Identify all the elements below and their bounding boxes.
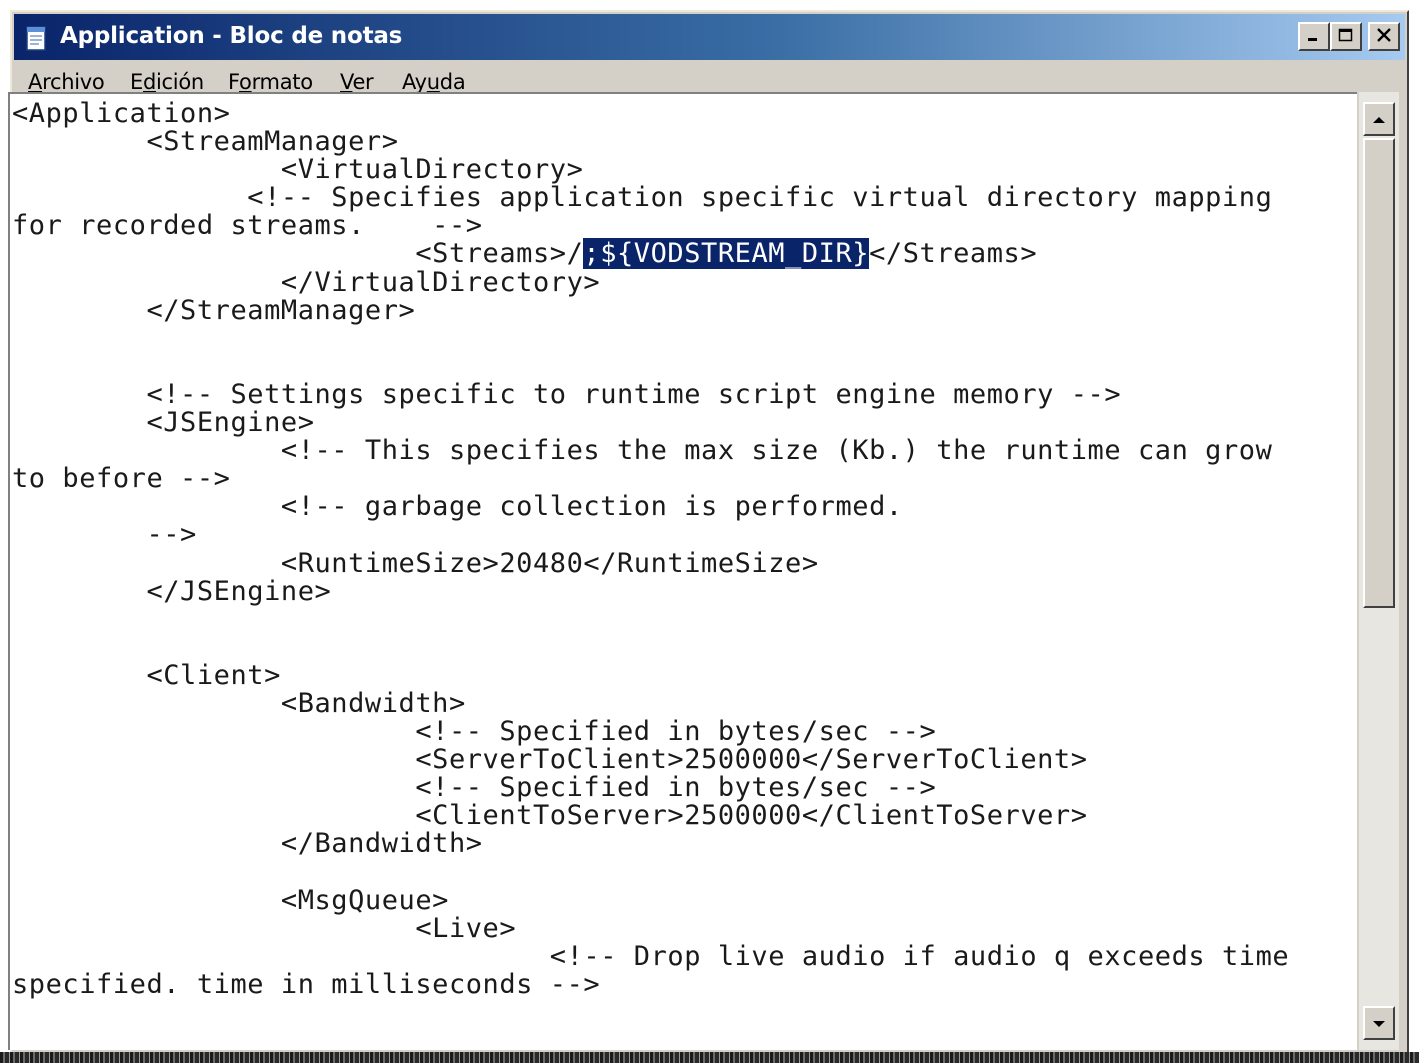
editor-line: <!-- Specified in bytes/sec --> <box>12 716 937 748</box>
menu-formato[interactable]: Formato <box>228 70 313 94</box>
editor-line: <!-- Specifies application specific virt… <box>12 182 1273 214</box>
editor-line: <JSEngine> <box>12 407 315 439</box>
editor-line: --> <box>12 519 197 551</box>
window-title: Application - Bloc de notas <box>60 23 403 49</box>
editor-content: <Application> <StreamManager> <VirtualDi… <box>12 98 1290 1000</box>
close-button[interactable] <box>1368 22 1400 51</box>
selected-text[interactable]: ;${VODSTREAM_DIR} <box>583 238 870 270</box>
editor-line: <ClientToServer>2500000</ClientToServer> <box>12 800 1088 832</box>
menu-archivo[interactable]: Archivo <box>28 70 105 94</box>
editor-line: </JSEngine> <box>12 575 332 607</box>
title-bar[interactable]: Application - Bloc de notas <box>14 14 1405 60</box>
menu-edicion[interactable]: Edición <box>130 70 204 94</box>
scrollbar-thumb[interactable] <box>1363 138 1395 608</box>
close-icon <box>1376 27 1392 46</box>
editor-line: <RuntimeSize>20480</RuntimeSize> <box>12 547 819 579</box>
vertical-scrollbar[interactable] <box>1359 92 1399 1050</box>
editor-line: </StreamManager> <box>12 294 416 326</box>
menu-ver[interactable]: Ver <box>340 70 374 94</box>
editor-line: </VirtualDirectory> <box>12 266 601 298</box>
text-editor[interactable]: <Application> <StreamManager> <VirtualDi… <box>8 92 1357 1050</box>
scroll-up-arrow-icon <box>1372 110 1386 129</box>
editor-line: <StreamManager> <box>12 126 399 158</box>
editor-line: <!-- This specifies the max size (Kb.) t… <box>12 435 1273 467</box>
scroll-down-button[interactable] <box>1363 1006 1395 1040</box>
editor-line: <!-- garbage collection is performed. <box>12 491 903 523</box>
editor-line: </Bandwidth> <box>12 828 483 860</box>
editor-line: <!-- Drop live audio if audio q exceeds … <box>12 940 1290 972</box>
notepad-icon[interactable] <box>24 24 50 52</box>
editor-line: <Live> <box>12 912 517 944</box>
editor-line: <Client> <box>12 659 281 691</box>
editor-line: <Application> <box>12 98 231 129</box>
cut-off-line <box>0 1052 1419 1063</box>
editor-line: <Streams>/ <box>12 238 584 270</box>
editor-line: to before --> <box>12 463 231 495</box>
editor-line: <!-- Specified in bytes/sec --> <box>12 772 937 804</box>
editor-line: </Streams> <box>869 238 1038 270</box>
scroll-down-arrow-icon <box>1372 1014 1386 1033</box>
editor-line: for recorded streams. --> <box>12 210 483 242</box>
minimize-button[interactable] <box>1298 22 1330 51</box>
maximize-icon <box>1338 27 1354 46</box>
editor-line: specified. time in milliseconds --> <box>12 968 601 1000</box>
minimize-icon <box>1306 27 1322 46</box>
editor-line: <ServerToClient>2500000</ServerToClient> <box>12 744 1088 776</box>
editor-line: <VirtualDirectory> <box>12 154 584 186</box>
menu-ayuda[interactable]: Ayuda <box>402 70 466 94</box>
editor-line: <MsgQueue> <box>12 884 449 916</box>
scroll-up-button[interactable] <box>1363 102 1395 136</box>
editor-line: <!-- Settings specific to runtime script… <box>12 378 1122 410</box>
maximize-button[interactable] <box>1330 22 1362 51</box>
editor-line: <Bandwidth> <box>12 687 466 719</box>
